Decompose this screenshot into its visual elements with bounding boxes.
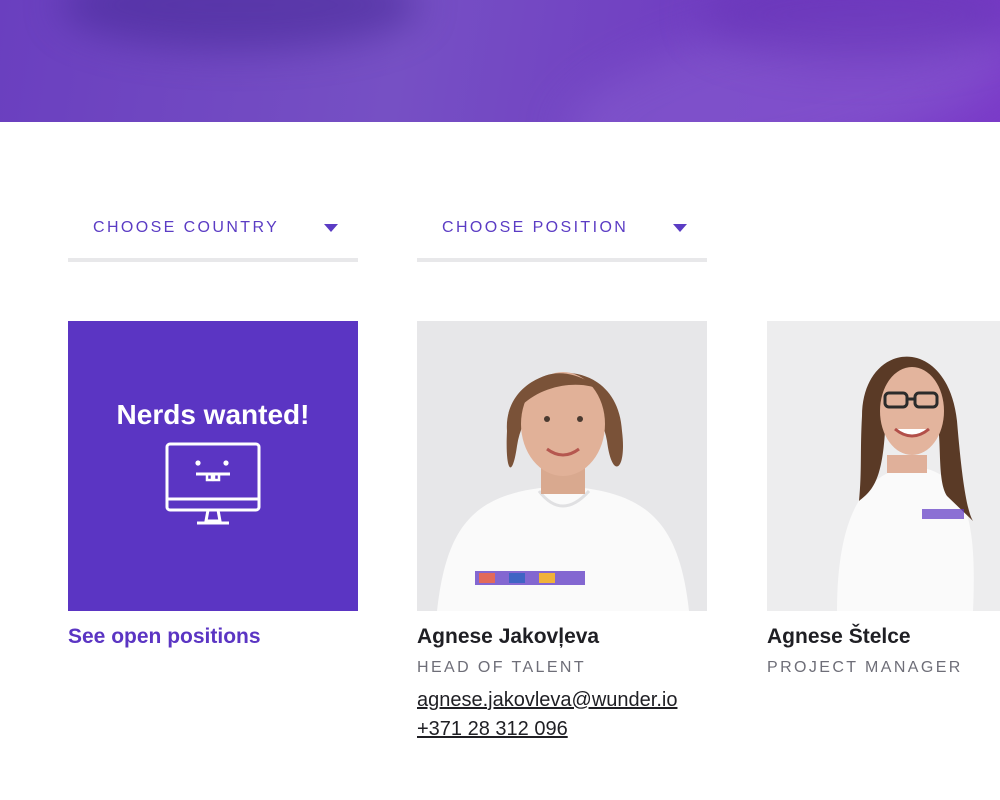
email-link[interactable]: agnese.jakovleva@wunder.io (417, 689, 707, 712)
person-card: Agnese Jakovļeva HEAD OF TALENT agnese.j… (417, 321, 707, 741)
person-card: Agnese Štelce PROJECT MANAGER (767, 321, 1000, 677)
position-filter-label: CHOOSE POSITION (442, 219, 629, 236)
person-role: PROJECT MANAGER (767, 659, 963, 676)
nerds-wanted-title: Nerds wanted! (116, 399, 310, 430)
computer-monitor-icon (165, 442, 261, 525)
person-name: Agnese Štelce (767, 625, 911, 648)
caret-down-icon (673, 224, 687, 232)
phone-link[interactable]: +371 28 312 096 (417, 718, 707, 741)
caret-down-icon (324, 224, 338, 232)
hero-banner (0, 0, 1000, 122)
country-filter-dropdown[interactable]: CHOOSE COUNTRY (68, 204, 358, 262)
nerds-wanted-card: Nerds wanted! See open positions (68, 321, 358, 649)
country-filter-label: CHOOSE COUNTRY (93, 219, 280, 236)
person-role: HEAD OF TALENT (417, 659, 587, 676)
hero-blur (60, 0, 420, 50)
person-photo (767, 321, 1000, 611)
see-open-positions-link[interactable]: See open positions (68, 625, 358, 649)
nerds-wanted-box[interactable]: Nerds wanted! (68, 321, 358, 611)
person-name: Agnese Jakovļeva (417, 625, 600, 648)
position-filter-dropdown[interactable]: CHOOSE POSITION (417, 204, 707, 262)
person-photo (417, 321, 707, 611)
